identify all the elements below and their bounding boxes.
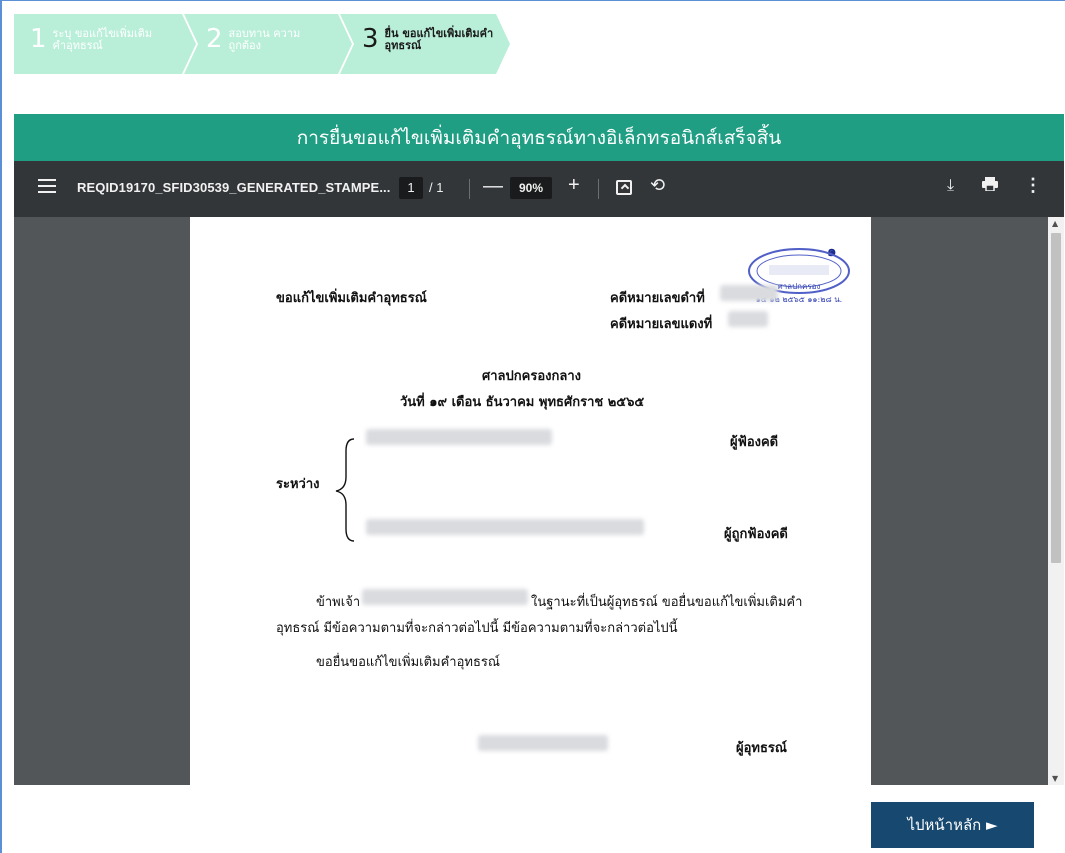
redacted-appellant-name — [362, 589, 528, 605]
step-1-label: ระบุ ขอแก้ไขเพิ่มเติมคำอุทธรณ์ — [52, 27, 153, 52]
download-icon[interactable]: ⤓ — [947, 177, 954, 195]
go-home-label: ไปหน้าหลัก ► — [907, 816, 998, 834]
page-number-input[interactable]: 1 — [399, 177, 423, 199]
step-1-number: 1 — [30, 24, 47, 54]
appellant-role: ผู้อุทธรณ์ — [736, 741, 787, 756]
redacted-red-case — [728, 311, 768, 327]
zoom-input[interactable]: 90% — [510, 177, 552, 199]
scroll-up-icon[interactable]: ▲ — [1052, 219, 1058, 228]
redacted-defendant — [366, 519, 644, 535]
pdf-page: ๑ ศาลปกครอง ๑๔ ๑๒ ๒๕๖๕ ๑๑:๒๘ น. ขอแก้ไขเ… — [190, 217, 871, 785]
brace-bracket — [335, 438, 355, 542]
toolbar-divider — [598, 179, 599, 199]
document-date: วันที่ ๑๙ เดือน ธันวาคม พุทธศักราช ๒๕๖๕ — [400, 395, 645, 410]
redacted-signature-name — [478, 735, 608, 751]
print-icon[interactable] — [982, 177, 998, 196]
court-name: ศาลปกครองกลาง — [482, 369, 581, 384]
stamp-label: ศาลปกครอง — [778, 282, 821, 291]
menu-icon[interactable] — [38, 179, 56, 197]
fit-page-icon[interactable] — [616, 180, 632, 195]
more-icon[interactable]: ⋮ — [1024, 175, 1042, 196]
pdf-toolbar: REQID19170_SFID30539_GENERATED_STAMPE...… — [14, 161, 1064, 217]
success-banner: การยื่นขอแก้ไขเพิ่มเติมคำอุทธรณ์ทางอิเล็… — [14, 114, 1064, 161]
step-2-number: 2 — [206, 24, 223, 54]
paragraph-3: ขอยื่นขอแก้ไขเพิ่มเติมคำอุทธรณ์ — [316, 655, 500, 670]
page-total: / 1 — [429, 180, 444, 195]
step-3-number: 3 — [362, 24, 379, 54]
redacted-plaintiff — [366, 429, 552, 445]
step-1: 1 ระบุ ขอแก้ไขเพิ่มเติมคำอุทธรณ์ — [30, 14, 165, 74]
redacted-black-case — [720, 285, 778, 301]
paragraph-1-start: ข้าพเจ้า — [316, 595, 361, 610]
between-label: ระหว่าง — [276, 477, 320, 492]
black-case-label: คดีหมายเลขดำที่ — [610, 291, 705, 306]
scroll-down-icon[interactable]: ▼ — [1052, 774, 1058, 783]
document-heading: ขอแก้ไขเพิ่มเติมคำอุทธรณ์ — [276, 291, 427, 306]
paragraph-1-rest: ในฐานะที่เป็นผู้อุทธรณ์ ขอยื่นขอแก้ไขเพิ… — [531, 595, 803, 610]
pdf-scrollbar[interactable]: ▲ ▼ — [1048, 217, 1064, 785]
defendant-role: ผู้ถูกฟ้องคดี — [724, 527, 788, 542]
minus-icon[interactable]: — — [483, 175, 503, 198]
plus-icon[interactable]: + — [568, 174, 580, 197]
scrollbar-thumb[interactable] — [1051, 233, 1061, 563]
rotate-icon[interactable]: ⟲ — [650, 175, 665, 196]
toolbar-divider — [469, 179, 470, 199]
step-2: 2 สอบทาน ความถูกต้อง — [206, 14, 309, 74]
pdf-viewer[interactable]: ๑ ศาลปกครอง ๑๔ ๑๒ ๒๕๖๕ ๑๑:๒๘ น. ขอแก้ไขเ… — [14, 217, 1048, 785]
step-3: 3 ยื่น ขอแก้ไขเพิ่มเติมคำอุทธรณ์ — [362, 14, 507, 74]
plaintiff-role: ผู้ฟ้องคดี — [730, 435, 779, 450]
go-home-button[interactable]: ไปหน้าหลัก ► — [871, 802, 1034, 848]
banner-title: การยื่นขอแก้ไขเพิ่มเติมคำอุทธรณ์ทางอิเล็… — [296, 126, 782, 149]
step-2-label: สอบทาน ความถูกต้อง — [228, 27, 301, 52]
step-3-label: ยื่น ขอแก้ไขเพิ่มเติมคำอุทธรณ์ — [384, 27, 494, 52]
paragraph-2: อุทธรณ์ มีข้อความตามที่จะกล่าวต่อไปนี้ ม… — [276, 621, 678, 636]
pdf-filename: REQID19170_SFID30539_GENERATED_STAMPE... — [77, 180, 391, 195]
red-case-label: คดีหมายเลขแดงที่ — [610, 317, 713, 332]
